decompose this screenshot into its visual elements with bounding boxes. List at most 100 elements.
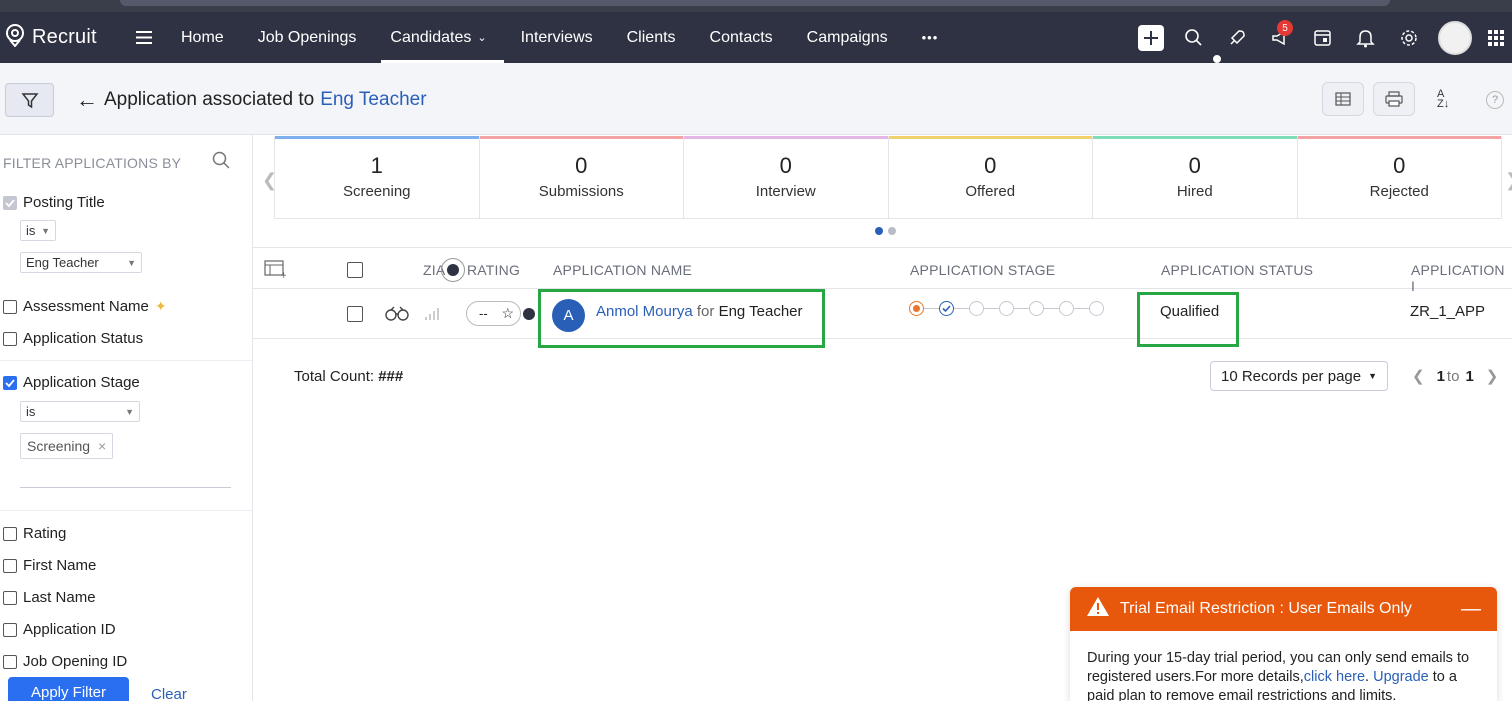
checkbox-last-name[interactable] — [3, 590, 17, 605]
announcements-button[interactable]: 5 — [1258, 12, 1301, 63]
nav-clients[interactable]: Clients — [610, 12, 693, 63]
bell-icon — [1356, 29, 1375, 47]
chip-input-underline[interactable] — [20, 487, 231, 488]
clear-filter-link[interactable]: Clear — [151, 686, 187, 701]
toast-body: During your 15-day trial period, you can… — [1070, 631, 1497, 701]
column-header-application-status[interactable]: APPLICATION STATUS — [1161, 262, 1313, 278]
stage-card-screening[interactable]: 1 Screening — [275, 136, 480, 218]
apply-filter-button[interactable]: Apply Filter — [8, 677, 129, 701]
total-count: Total Count: ### — [294, 368, 403, 385]
filter-job-opening-id[interactable]: Job Opening ID — [3, 653, 127, 670]
total-count-value[interactable]: ### — [378, 368, 403, 385]
rating-control[interactable]: -- ☆ — [466, 301, 521, 326]
nav-home[interactable]: Home — [164, 12, 241, 63]
filter-label: Assessment Name — [23, 298, 149, 315]
job-opening-link[interactable]: Eng Teacher — [320, 89, 426, 111]
binoculars-icon[interactable] — [384, 305, 410, 326]
filter-application-id[interactable]: Application ID — [3, 621, 116, 638]
nav-candidates[interactable]: Candidates ⌄ — [373, 12, 504, 63]
stage-label: Rejected — [1369, 183, 1429, 200]
filter-heading: FILTER APPLICATIONS BY — [3, 155, 182, 171]
application-stage-tracker[interactable] — [909, 301, 1104, 316]
stage-summary-cards: 1 Screening 0 Submissions 0 Interview 0 … — [274, 136, 1502, 219]
trial-restriction-toast: Trial Email Restriction : User Emails On… — [1070, 587, 1497, 701]
search-button[interactable] — [1172, 12, 1215, 63]
quick-create-button[interactable] — [1129, 12, 1172, 63]
application-stage-operator-select[interactable]: is ▼ — [20, 401, 140, 422]
table-row[interactable]: -- ☆ A Anmol Mourya for Eng Teacher Qual… — [253, 289, 1512, 339]
checkbox-assessment-name[interactable] — [3, 299, 17, 314]
checkbox-application-status[interactable] — [3, 331, 17, 346]
column-header-rating[interactable]: RATING — [467, 262, 520, 278]
prev-page-icon[interactable]: ❮ — [1412, 367, 1425, 385]
checkbox-application-stage[interactable] — [3, 375, 17, 390]
toast-details-link[interactable]: click here — [1304, 669, 1365, 685]
sort-az-icon[interactable]: A Z↓ — [1437, 89, 1449, 110]
calendar-button[interactable] — [1301, 12, 1344, 63]
page-title-prefix: Application associated to — [104, 89, 315, 110]
nav-job-openings[interactable]: Job Openings — [241, 12, 374, 63]
filter-posting-title[interactable]: Posting Title — [3, 194, 105, 211]
filter-last-name[interactable]: Last Name — [3, 589, 96, 606]
avatar — [1438, 20, 1472, 55]
nav-more-button[interactable]: ••• — [905, 12, 956, 63]
carousel-dot[interactable] — [875, 227, 883, 235]
user-avatar-button[interactable] — [1430, 12, 1480, 63]
row-checkbox[interactable] — [347, 306, 363, 322]
chip-label: Screening — [27, 438, 91, 454]
checkbox-first-name[interactable] — [3, 558, 17, 573]
filter-application-status[interactable]: Application Status — [3, 330, 143, 347]
filter-first-name[interactable]: First Name — [3, 557, 96, 574]
toast-upgrade-link[interactable]: Upgrade — [1373, 669, 1429, 685]
back-arrow-icon[interactable]: ← — [76, 87, 98, 113]
chevron-down-icon: ⌄ — [477, 32, 487, 44]
apps-grid-button[interactable] — [1480, 12, 1512, 63]
checkbox-application-id[interactable] — [3, 622, 17, 637]
toast-minimize-button[interactable]: — — [1461, 598, 1481, 621]
checkbox-job-opening-id[interactable] — [3, 654, 17, 669]
filter-label: Posting Title — [23, 194, 105, 211]
nav-contacts[interactable]: Contacts — [693, 12, 790, 63]
filter-application-stage[interactable]: Application Stage — [3, 374, 140, 391]
brand-logo[interactable]: Recruit — [4, 23, 124, 52]
checkbox-rating[interactable] — [3, 526, 17, 541]
recruit-logo-icon — [4, 23, 26, 52]
notifications-button[interactable] — [1344, 12, 1387, 63]
select-all-checkbox[interactable] — [347, 262, 363, 278]
select-value: Eng Teacher — [26, 255, 99, 270]
stage-card-interview[interactable]: 0 Interview — [684, 136, 889, 218]
stages-next-icon[interactable]: ❯ — [1505, 170, 1512, 191]
stage-card-hired[interactable]: 0 Hired — [1093, 136, 1298, 218]
table-view-button[interactable] — [1322, 82, 1364, 116]
stage-card-submissions[interactable]: 0 Submissions — [479, 136, 684, 218]
column-header-application-name[interactable]: APPLICATION NAME — [553, 262, 692, 278]
next-page-icon[interactable]: ❯ — [1486, 367, 1499, 385]
print-button[interactable] — [1373, 82, 1415, 116]
filter-search-button[interactable] — [212, 151, 230, 174]
help-icon[interactable]: ? — [1486, 91, 1504, 109]
toast-title: Trial Email Restriction : User Emails On… — [1120, 600, 1412, 617]
posting-title-value-select[interactable]: Eng Teacher ▼ — [20, 252, 142, 273]
nav-campaigns[interactable]: Campaigns — [790, 12, 905, 63]
stage-count: 0 — [779, 153, 792, 178]
filter-toggle-button[interactable] — [5, 83, 54, 117]
posting-title-operator-select[interactable]: is ▼ — [20, 220, 56, 241]
column-settings-icon[interactable]: + — [264, 260, 288, 283]
filter-label: Application Stage — [23, 374, 140, 391]
records-per-page-select[interactable]: 10 Records per page ▼ — [1210, 361, 1388, 391]
chip-remove-icon[interactable]: × — [98, 438, 106, 454]
filter-rating[interactable]: Rating — [3, 525, 66, 542]
highlight-box-application-name — [538, 289, 825, 348]
carousel-dot[interactable] — [888, 227, 896, 235]
nav-interviews[interactable]: Interviews — [504, 12, 610, 63]
filter-assessment-name[interactable]: Assessment Name ✦ — [3, 298, 167, 315]
checkbox-posting-title[interactable] — [3, 195, 17, 210]
star-icon[interactable]: ☆ — [501, 305, 514, 322]
sparkle-icon: ✦ — [154, 298, 167, 314]
stage-label: Screening — [342, 183, 411, 200]
stage-card-rejected[interactable]: 0 Rejected — [1297, 136, 1501, 218]
stage-card-offered[interactable]: 0 Offered — [888, 136, 1093, 218]
hamburger-menu-icon[interactable] — [124, 31, 164, 44]
column-header-application-stage[interactable]: APPLICATION STAGE — [910, 262, 1055, 278]
settings-button[interactable] — [1387, 12, 1430, 63]
